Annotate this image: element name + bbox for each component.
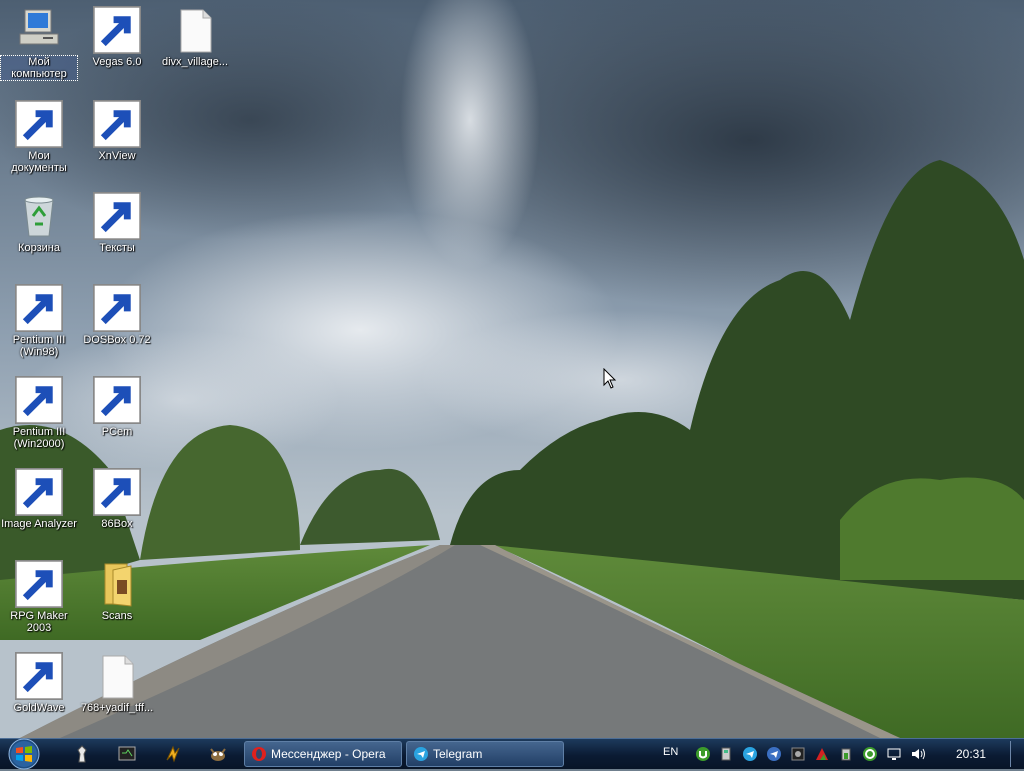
utorrent-icon[interactable] xyxy=(695,746,711,762)
desktop-icon-label: DOSBox 0.72 xyxy=(83,334,151,346)
desktop-icon-label: Мои документы xyxy=(11,150,67,174)
desktop-icon-label: Мой компьютер xyxy=(0,55,78,81)
taskbar-button-label: Мессенджер - Opera xyxy=(271,747,386,761)
shortcut-arrow-icon xyxy=(15,376,63,424)
power-tray-icon[interactable] xyxy=(838,746,854,762)
desktop-icon-label: RPG Maker 2003 xyxy=(10,610,68,634)
desktop-icon-label: divx_village... xyxy=(161,56,229,68)
desktop-icon-vegas[interactable]: Vegas 6.0 xyxy=(79,6,155,68)
quick-launch-winamp-icon[interactable] xyxy=(163,744,183,764)
desktop-icon-divx-village[interactable]: divx_village... xyxy=(157,6,233,68)
desktop-icon-86box[interactable]: 86Box xyxy=(79,468,155,530)
quick-launch-gimp-icon[interactable] xyxy=(208,744,228,764)
desktop-icon-pentium-win2000[interactable]: Pentium III (Win2000) xyxy=(1,376,77,450)
desktop-icon-label: Корзина xyxy=(18,242,60,254)
desktop-icon-dosbox[interactable]: B O X S DOSBox 0.72 xyxy=(79,284,155,346)
telegram-tray-icon[interactable] xyxy=(742,746,758,762)
desktop-icon-label: PCem xyxy=(101,426,133,438)
my-computer-icon xyxy=(19,9,59,45)
quick-launch-chess-icon[interactable] xyxy=(72,744,92,764)
shortcut-arrow-icon xyxy=(93,100,141,148)
desktop-icon-label: Vegas 6.0 xyxy=(92,56,142,68)
telegram-icon xyxy=(414,747,428,761)
volume-icon[interactable] xyxy=(910,746,926,762)
shortcut-arrow-icon xyxy=(93,376,141,424)
desktop-icon-label: Scans xyxy=(101,610,133,622)
desktop-icon-768-yadif[interactable]: 768+yadif_tff... xyxy=(79,652,155,714)
shortcut-arrow-icon xyxy=(15,100,63,148)
start-button[interactable] xyxy=(4,737,44,771)
network-tray-icon[interactable] xyxy=(886,746,902,762)
show-desktop-button[interactable] xyxy=(1010,741,1021,767)
desktop-icon-label: Image Analyzer xyxy=(1,518,77,530)
messenger-tray-icon[interactable] xyxy=(766,746,782,762)
desktop-icon-label: Pentium III (Win98) xyxy=(12,334,66,358)
usb-device-icon[interactable] xyxy=(718,746,734,762)
taskbar: Мессенджер - Opera Telegram EN 20:31 xyxy=(0,737,1024,771)
file-icon xyxy=(180,9,212,53)
opera-icon xyxy=(252,747,266,761)
shortcut-arrow-icon xyxy=(15,284,63,332)
desktop-icon-scans[interactable]: Scans xyxy=(79,560,155,622)
shortcut-arrow-icon xyxy=(15,560,63,608)
shortcut-arrow-icon xyxy=(15,652,63,700)
desktop-icon-label: XnView xyxy=(98,150,136,162)
shortcut-arrow-icon xyxy=(93,468,141,516)
desktop-icon-goldwave[interactable]: GoldWave xyxy=(1,652,77,714)
antivirus-tray-icon[interactable] xyxy=(814,746,830,762)
language-indicator[interactable]: EN xyxy=(663,746,678,758)
desktop-icon-texts[interactable]: A Тексты xyxy=(79,192,155,254)
desktop-icon-image-analyzer[interactable]: Image Analyzer xyxy=(1,468,77,530)
sync-tray-icon[interactable] xyxy=(862,746,878,762)
desktop-icon-recycle-bin[interactable]: Корзина xyxy=(1,192,77,254)
clock[interactable]: 20:31 xyxy=(956,747,986,761)
mouse-cursor-icon xyxy=(603,368,617,389)
desktop-icon-pcem[interactable]: PCem xyxy=(79,376,155,438)
desktop-icon-label: Тексты xyxy=(99,242,135,254)
file-icon xyxy=(102,655,134,699)
desktop-icon-my-documents[interactable]: Мои документы xyxy=(1,100,77,174)
desktop-icon-label: 768+yadif_tff... xyxy=(80,702,154,714)
quick-launch-terminal-icon[interactable] xyxy=(117,744,137,764)
desktop-icon-my-computer[interactable]: Мой компьютер xyxy=(0,6,78,81)
camera-tray-icon[interactable] xyxy=(790,746,806,762)
desktop-icon-pentium-win98[interactable]: Pentium III (Win98) xyxy=(1,284,77,358)
shortcut-arrow-icon xyxy=(93,192,141,240)
shortcut-arrow-icon xyxy=(93,284,141,332)
shortcut-arrow-icon xyxy=(93,6,141,54)
desktop-icon-rpg-maker[interactable]: 003 RPG Maker 2003 xyxy=(1,560,77,634)
taskbar-button-label: Telegram xyxy=(433,747,483,761)
recycle-bin-icon xyxy=(24,196,54,237)
folder-icon xyxy=(104,563,132,607)
shortcut-arrow-icon xyxy=(15,468,63,516)
desktop-icon-label: 86Box xyxy=(101,518,133,530)
desktop-icon-xnview[interactable]: XnView xyxy=(79,100,155,162)
taskbar-button-opera[interactable]: Мессенджер - Opera xyxy=(244,741,402,767)
desktop-icon-label: GoldWave xyxy=(13,702,65,714)
taskbar-button-telegram[interactable]: Telegram xyxy=(406,741,564,767)
desktop-icon-label: Pentium III (Win2000) xyxy=(12,426,66,450)
